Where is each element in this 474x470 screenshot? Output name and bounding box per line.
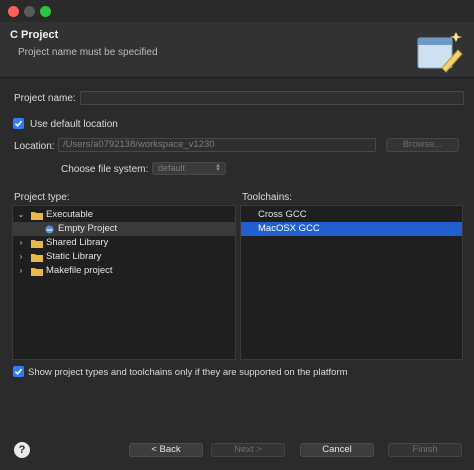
project-type-tree[interactable]: ⌄ Executable Empty Project › Shared Libr… [12, 205, 236, 360]
project-type-label: Project type: [14, 192, 70, 203]
finish-button[interactable]: Finish [388, 443, 462, 457]
new-project-wizard-icon [417, 32, 463, 73]
project-icon [45, 225, 54, 234]
chevron-right-icon[interactable]: › [16, 250, 26, 264]
location-label: Location: [14, 141, 55, 152]
toolchain-item-cross-gcc[interactable]: Cross GCC [241, 208, 462, 222]
location-value: /Users/a0792138/workspace_v1230 [63, 139, 215, 150]
folder-icon [31, 212, 43, 220]
page-title: C Project [10, 29, 59, 41]
folder-icon [31, 254, 43, 262]
folder-icon [31, 268, 43, 276]
tree-item-shared-library[interactable]: › Shared Library [13, 236, 235, 250]
toolchains-list[interactable]: Cross GCC MacOSX GCC [240, 205, 463, 360]
toolchain-item-macosx-gcc[interactable]: MacOSX GCC [241, 222, 462, 236]
wizard-header: C Project Project name must be specified [0, 22, 474, 78]
tree-item-executable[interactable]: ⌄ Executable [13, 208, 235, 222]
tree-item-makefile-project[interactable]: › Makefile project [13, 264, 235, 278]
chevron-right-icon[interactable]: › [16, 264, 26, 278]
tree-item-label: Executable [46, 209, 94, 220]
file-system-select[interactable]: default ▲ ▼ [152, 162, 226, 175]
tree-item-static-library[interactable]: › Static Library [13, 250, 235, 264]
supported-only-label: Show project types and toolchains only i… [28, 367, 348, 378]
tree-item-label: Static Library [46, 251, 102, 262]
location-input[interactable]: /Users/a0792138/workspace_v1230 [58, 138, 376, 152]
window-titlebar [0, 0, 474, 22]
project-name-label: Project name: [14, 93, 76, 104]
tree-item-empty-project[interactable]: Empty Project [13, 222, 235, 236]
use-default-location-label: Use default location [30, 119, 118, 130]
error-message: Project name must be specified [18, 47, 158, 58]
project-name-input[interactable] [80, 91, 464, 105]
file-system-label: Choose file system: [61, 164, 149, 175]
supported-only-checkbox[interactable] [13, 366, 24, 377]
folder-icon [31, 240, 43, 248]
zoom-window-button[interactable] [40, 6, 51, 17]
toolchains-label: Toolchains: [242, 192, 293, 203]
cancel-button[interactable]: Cancel [300, 443, 374, 457]
back-button[interactable]: < Back [129, 443, 203, 457]
tree-item-label: Makefile project [46, 265, 113, 276]
chevron-down-icon[interactable]: ⌄ [16, 208, 26, 222]
file-system-value: default [158, 163, 186, 173]
tree-item-label: Shared Library [46, 237, 109, 248]
use-default-location-checkbox[interactable] [13, 118, 24, 129]
browse-button[interactable]: Browse... [386, 138, 459, 152]
minimize-window-button[interactable] [24, 6, 35, 17]
select-arrows-icon: ▲ ▼ [215, 163, 221, 173]
help-icon[interactable]: ? [14, 442, 30, 458]
close-window-button[interactable] [8, 6, 19, 17]
tree-item-label: Empty Project [58, 223, 118, 234]
wizard-body: Project name: Use default location Locat… [0, 79, 474, 470]
next-button[interactable]: Next > [211, 443, 285, 457]
chevron-right-icon[interactable]: › [16, 236, 26, 250]
